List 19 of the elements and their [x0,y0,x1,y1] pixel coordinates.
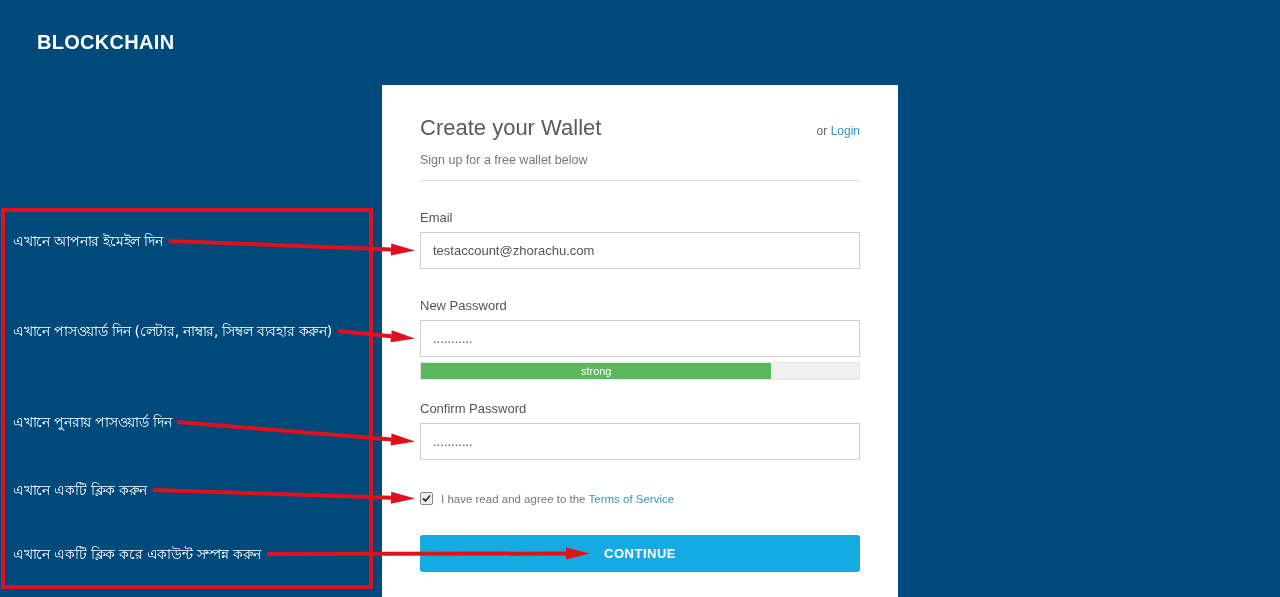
card-subtitle: Sign up for a free wallet below [420,153,860,181]
strength-label: strong [580,365,612,377]
field-label: Email [420,210,454,225]
annotation-text: এখানে আপনার ইমেইল দিন [13,233,163,249]
agreement-text: I have read and agree to the Terms of Service [441,492,675,505]
annotation-text: এখানে একটি ক্লিক করুন [13,482,148,498]
brand-logo: BLOCKCHAIN [37,31,175,53]
input-field[interactable]: testaccount@zhorachu.com [420,232,860,269]
terms-link[interactable]: Terms of Service [588,492,675,505]
login-prompt: or Login [816,124,860,138]
input-field[interactable]: ........... [420,320,860,357]
annotation-text: এখানে একটি ক্লিক করে একাউন্ট সম্পন্ন করুন [13,546,261,562]
login-link[interactable]: Login [830,124,860,138]
field-label: New Password [420,298,508,313]
field-label: Confirm Password [420,401,528,416]
input-field[interactable]: ........... [420,423,860,460]
annotation-text: এখানে পুনরায় পাসওয়ার্ড দিন [13,414,172,430]
annotation-text: এখানে পাসওয়ার্ড দিন (লেটার, নাম্বার, সিম্বল ব্যবহার করুন) [13,323,332,339]
card-title: Create your Wallet [420,115,602,141]
